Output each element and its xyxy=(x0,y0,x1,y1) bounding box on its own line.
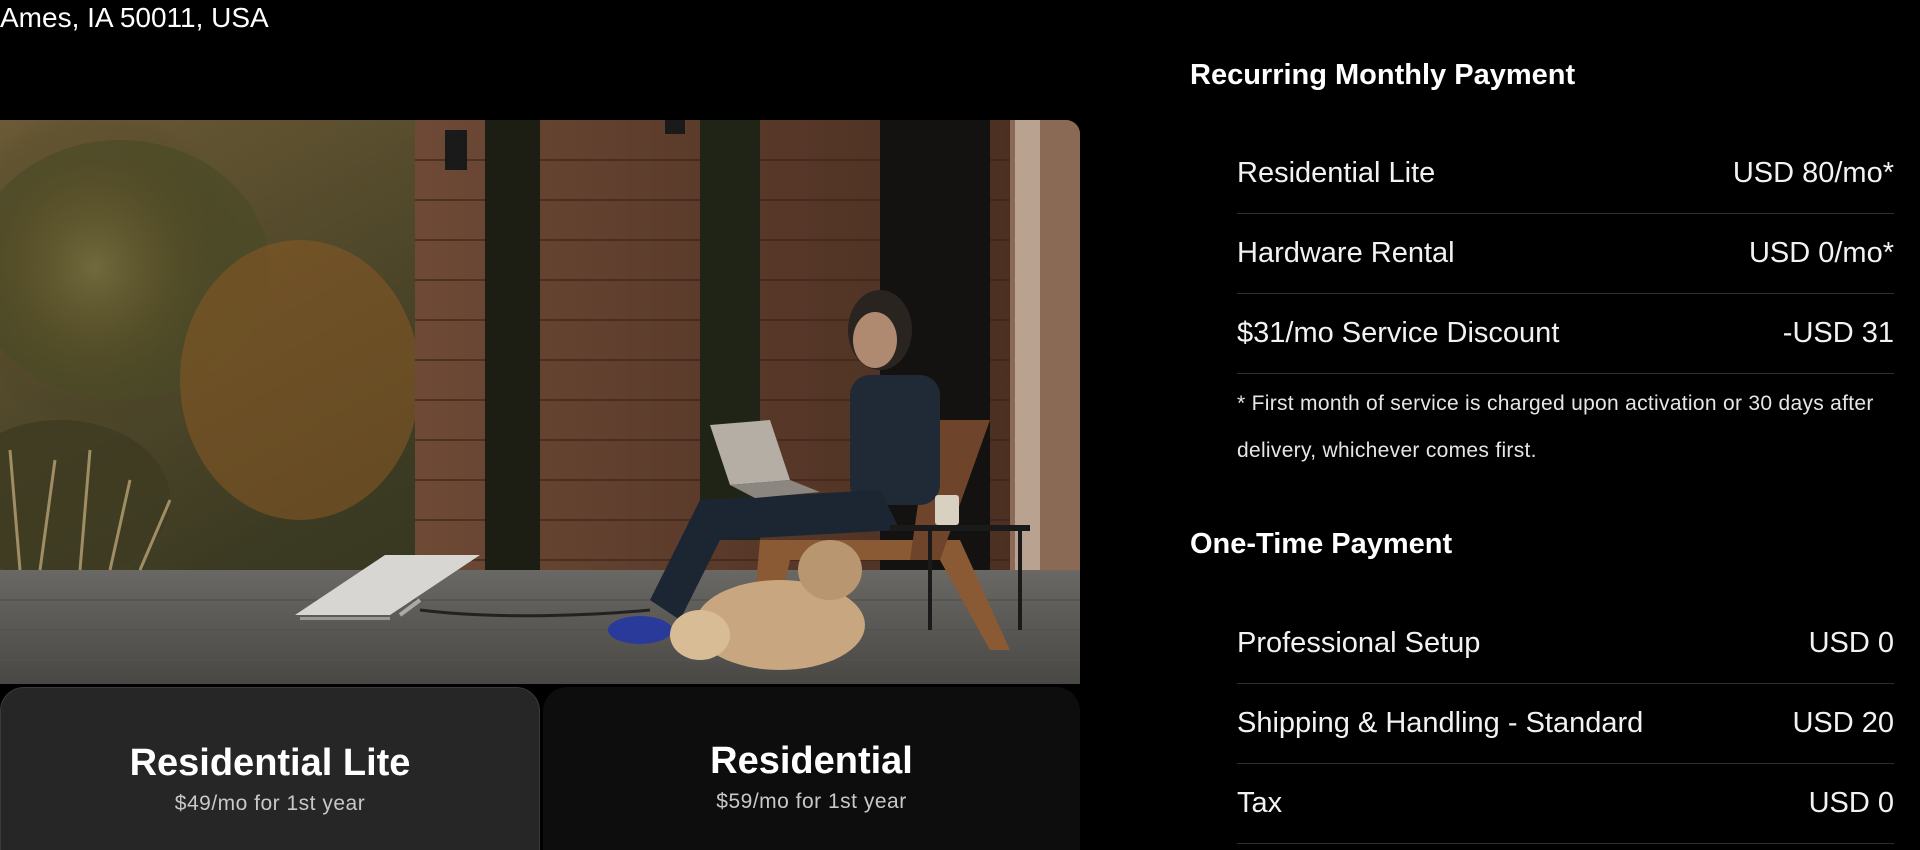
plan-title: Residential xyxy=(710,740,913,782)
line-item-amount: -USD 31 xyxy=(1782,316,1894,349)
plan-price-note: $49/mo for 1st year xyxy=(174,792,366,815)
line-item-residential-lite: Residential Lite USD 80/mo* xyxy=(1237,133,1894,214)
line-item-amount: USD 0 xyxy=(1808,786,1894,819)
line-item-label: Residential Lite xyxy=(1237,156,1436,189)
one-time-payment-heading: One-Time Payment xyxy=(1190,528,1453,560)
line-item-amount: USD 0 xyxy=(1808,626,1894,659)
plan-title: Residential Lite xyxy=(129,742,411,784)
plan-card-residential[interactable]: Residential $59/mo for 1st year xyxy=(543,687,1080,850)
line-item-shipping-handling: Shipping & Handling - Standard USD 20 xyxy=(1237,683,1894,764)
line-item-label: Hardware Rental xyxy=(1237,236,1455,269)
billing-footnote: * First month of service is charged upon… xyxy=(1237,392,1874,462)
line-item-amount: USD 0/mo* xyxy=(1748,236,1894,269)
hero-image xyxy=(0,120,1080,684)
line-item-tax: Tax USD 0 xyxy=(1237,763,1894,844)
service-address: Ames, IA 50011, USA xyxy=(0,2,269,33)
line-item-amount: USD 20 xyxy=(1792,706,1894,739)
line-item-professional-setup: Professional Setup USD 0 xyxy=(1237,603,1894,684)
line-item-label: Shipping & Handling - Standard xyxy=(1237,706,1644,739)
line-item-label: Professional Setup xyxy=(1237,626,1481,659)
line-item-amount: USD 80/mo* xyxy=(1732,156,1894,189)
line-item-label: Tax xyxy=(1237,786,1283,819)
line-item-service-discount: $31/mo Service Discount -USD 31 xyxy=(1237,293,1894,374)
line-item-label: $31/mo Service Discount xyxy=(1237,316,1560,349)
plan-price-note: $59/mo for 1st year xyxy=(716,790,907,813)
recurring-payment-heading: Recurring Monthly Payment xyxy=(1190,59,1576,91)
hero-photo-illustration xyxy=(0,120,1080,684)
order-summary-page: Ames, IA 50011, USA Residential Lite $49… xyxy=(0,0,1920,850)
line-item-hardware-rental: Hardware Rental USD 0/mo* xyxy=(1237,213,1894,294)
plan-card-residential-lite[interactable]: Residential Lite $49/mo for 1st year xyxy=(0,687,540,850)
